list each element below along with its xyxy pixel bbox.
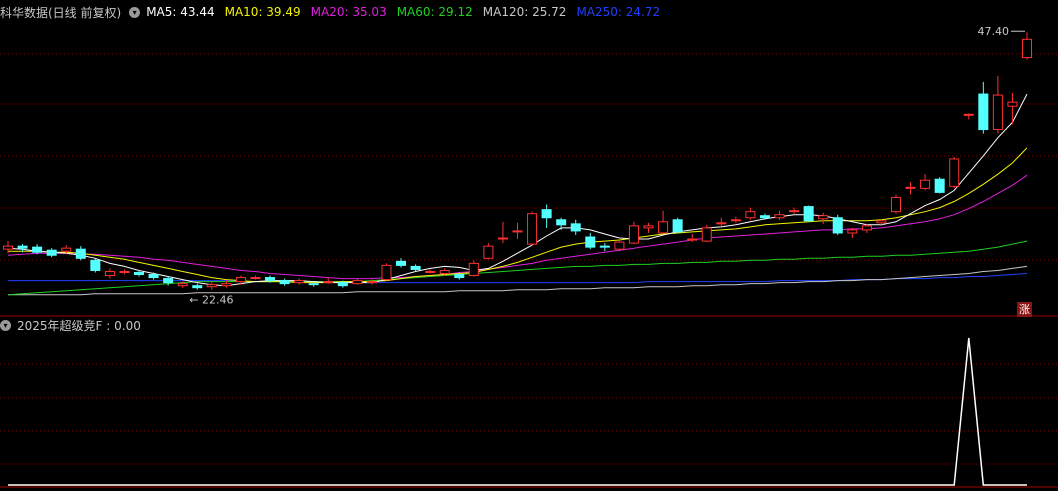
candle-body — [235, 277, 246, 283]
candle-body — [265, 277, 276, 282]
candle-body — [337, 282, 348, 287]
candle-body — [628, 225, 639, 244]
candle-body — [425, 270, 436, 273]
candle-body — [17, 245, 28, 249]
candle-body — [730, 219, 741, 222]
candle-body — [614, 241, 625, 250]
candle-body — [206, 284, 217, 288]
candle-body — [585, 236, 596, 248]
candle-body — [250, 277, 261, 280]
candle-body — [599, 245, 610, 248]
candle-body — [876, 220, 887, 224]
candle-body — [221, 283, 232, 287]
candle-body — [177, 283, 188, 287]
candle-body — [745, 211, 756, 219]
candle-body — [439, 269, 450, 275]
candle-body — [2, 245, 14, 250]
candle-body — [847, 229, 858, 234]
candle-body — [192, 285, 203, 289]
candle-body — [483, 245, 494, 259]
candle-body — [920, 179, 931, 189]
candle-body — [701, 227, 712, 242]
candle-body — [716, 222, 727, 225]
candle-body — [61, 247, 72, 252]
candle-body — [1021, 38, 1033, 59]
candle-body — [279, 280, 290, 285]
candle-body — [119, 270, 130, 273]
candle-body — [890, 196, 901, 213]
up-badge: 涨 — [1017, 302, 1032, 317]
candle-body — [759, 215, 770, 219]
candle-body — [134, 271, 145, 276]
candle-body — [658, 221, 669, 234]
candle-body — [104, 270, 115, 277]
candle-body — [832, 217, 843, 234]
candle-body — [381, 264, 392, 281]
candle-body — [32, 246, 43, 253]
ma5-line — [7, 93, 1028, 287]
candle-body — [978, 93, 989, 131]
candle-body — [643, 225, 654, 229]
candle-body — [803, 206, 814, 222]
candle-body — [949, 158, 960, 187]
low-price-label: ← 22.46 — [189, 294, 233, 307]
candle-body — [294, 280, 305, 284]
candle-body — [861, 225, 872, 231]
candle-body — [527, 213, 538, 245]
candle-body — [992, 94, 1003, 131]
candle-body — [497, 237, 508, 240]
candle-body — [905, 186, 916, 189]
candle-body — [323, 281, 334, 284]
candle-body — [90, 259, 101, 271]
high-price-label: 47.40 — [978, 25, 1010, 38]
indicator-line — [8, 337, 1027, 486]
candle-body — [366, 281, 377, 284]
candle-body — [46, 249, 57, 256]
candle-body — [963, 113, 974, 116]
candle-body — [570, 223, 581, 232]
candle-body — [556, 219, 567, 226]
candle-body — [148, 274, 159, 279]
candle-body — [352, 280, 363, 285]
candle-body — [410, 265, 421, 270]
candle-body — [687, 238, 698, 241]
candle-body — [541, 209, 552, 219]
candle-body — [468, 262, 479, 277]
ma60-line — [7, 240, 1028, 296]
candle-body — [1007, 101, 1018, 107]
candle-body — [163, 278, 174, 284]
candle-body — [774, 214, 785, 219]
ma10-line — [8, 147, 1028, 284]
candle-body — [934, 178, 945, 193]
price-chart[interactable]: 47.40 ← 22.46 — [0, 0, 1058, 491]
candle-body — [75, 248, 86, 259]
candle-body — [308, 283, 319, 286]
candle-body — [672, 219, 683, 233]
candle-body — [512, 230, 523, 233]
candle-body — [396, 260, 407, 266]
candle-body — [454, 274, 465, 279]
candle-body — [818, 215, 829, 220]
candle-body — [789, 210, 800, 213]
